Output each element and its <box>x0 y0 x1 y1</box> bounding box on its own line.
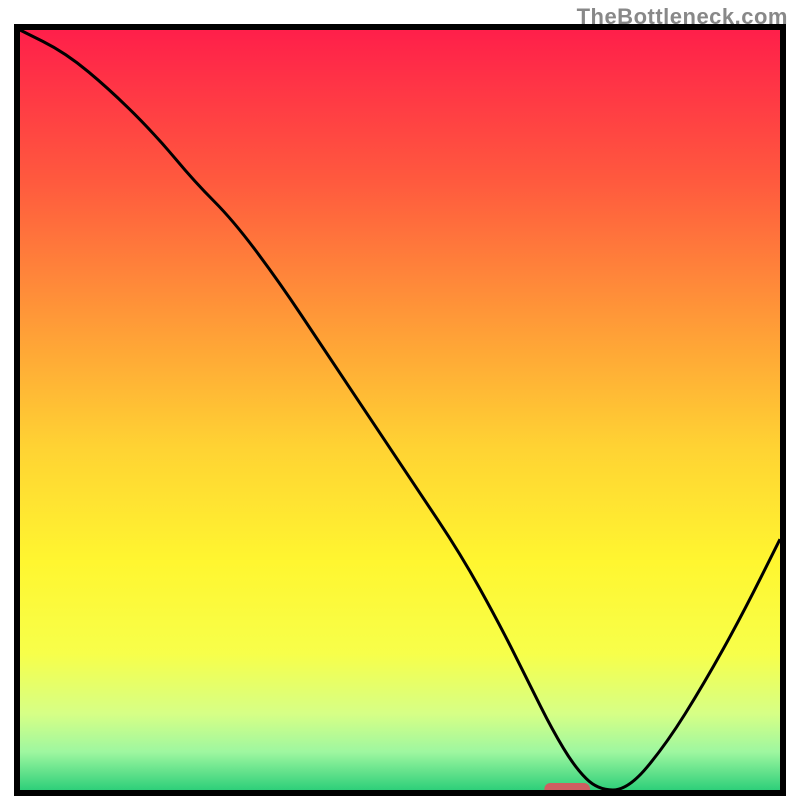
chart-stage: TheBottleneck.com <box>0 0 800 800</box>
bottleneck-chart <box>14 24 786 796</box>
plot-background <box>20 30 780 790</box>
